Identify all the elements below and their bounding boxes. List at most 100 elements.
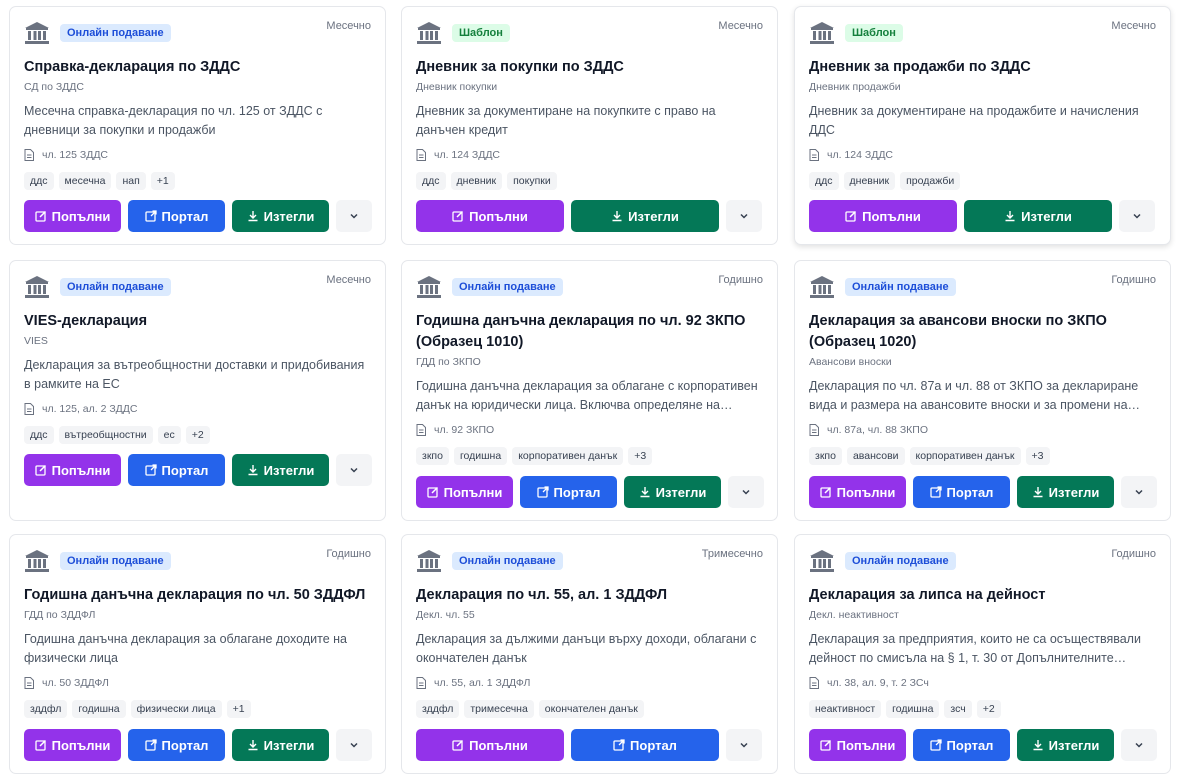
download-button-label: Изтегли xyxy=(263,737,315,753)
card-title: Декларация по чл. 55, ал. 1 ЗДДФЛ xyxy=(416,587,668,603)
frequency-label: Месечно xyxy=(1111,20,1156,32)
legal-reference-text: чл. 92 ЗКПО xyxy=(434,424,495,436)
more-tags-count[interactable]: +1 xyxy=(150,172,175,190)
chevron-down-icon xyxy=(350,213,358,219)
fill-button-label: Попълни xyxy=(51,208,111,224)
document-icon xyxy=(24,403,34,415)
form-card: Онлайн подаване Месечно VIES-декларация … xyxy=(9,260,386,521)
more-options-button[interactable] xyxy=(728,476,764,508)
more-options-button[interactable] xyxy=(726,729,762,761)
status-badge: Шаблон xyxy=(452,24,510,42)
card-title: Декларация за липса на дейност xyxy=(809,587,1046,603)
download-button[interactable]: Изтегли xyxy=(232,729,329,761)
legal-reference: чл. 55, ал. 1 ЗДДФЛ xyxy=(416,676,763,690)
card-title: Дневник за продажби по ЗДДС xyxy=(809,59,1031,75)
legal-reference-text: чл. 50 ЗДДФЛ xyxy=(42,677,109,689)
fill-button[interactable]: Попълни xyxy=(24,729,121,761)
legal-reference: чл. 125, ал. 2 ЗДДС xyxy=(24,402,371,416)
card-title: Годишна данъчна декларация по чл. 50 ЗДД… xyxy=(24,587,366,603)
download-button[interactable]: Изтегли xyxy=(964,200,1112,232)
document-icon xyxy=(416,424,426,436)
tag: вътреобщностни xyxy=(58,426,153,444)
download-button[interactable]: Изтегли xyxy=(232,200,329,232)
download-button[interactable]: Изтегли xyxy=(571,200,719,232)
fill-button[interactable]: Попълни xyxy=(416,200,564,232)
more-options-button[interactable] xyxy=(1121,476,1157,508)
government-building-icon xyxy=(416,549,442,573)
external-link-icon xyxy=(929,739,942,751)
more-tags-count[interactable]: +2 xyxy=(976,700,1001,718)
tag: зддфл xyxy=(416,700,460,718)
portal-button[interactable]: Портал xyxy=(128,729,225,761)
form-code: Дневник продажби xyxy=(809,81,901,93)
more-tags-count[interactable]: +3 xyxy=(1025,447,1050,465)
download-button[interactable]: Изтегли xyxy=(232,454,329,486)
tag: корпоративен данък xyxy=(512,447,624,465)
status-badge: Онлайн подаване xyxy=(845,552,956,570)
chevron-down-icon xyxy=(1135,742,1143,748)
edit-icon xyxy=(845,210,857,222)
portal-button[interactable]: Портал xyxy=(913,476,1010,508)
form-code: СД по ЗДДС xyxy=(24,81,84,93)
card-description: Годишна данъчна декларация за облагане с… xyxy=(416,379,758,412)
download-button[interactable]: Изтегли xyxy=(624,476,721,508)
form-card: Онлайн подаване Годишно Годишна данъчна … xyxy=(401,260,778,521)
more-options-button[interactable] xyxy=(336,454,372,486)
tag: годишна xyxy=(72,700,126,718)
card-description: Дневник за документиране на продажбите и… xyxy=(809,104,1139,137)
download-button[interactable]: Изтегли xyxy=(1017,476,1114,508)
more-tags-count[interactable]: +2 xyxy=(185,426,210,444)
more-options-button[interactable] xyxy=(1121,729,1157,761)
download-icon xyxy=(248,740,258,751)
form-card: Шаблон Месечно Дневник за покупки по ЗДД… xyxy=(401,6,778,245)
more-options-button[interactable] xyxy=(726,200,762,232)
form-card: Онлайн подаване Месечно Справка-декларац… xyxy=(9,6,386,245)
legal-reference-text: чл. 55, ал. 1 ЗДДФЛ xyxy=(434,677,531,689)
chevron-down-icon xyxy=(350,742,358,748)
fill-button[interactable]: Попълни xyxy=(24,200,121,232)
tag: ддс xyxy=(809,172,839,190)
status-badge: Онлайн подаване xyxy=(845,278,956,296)
government-building-icon xyxy=(416,21,442,45)
frequency-label: Месечно xyxy=(326,20,371,32)
portal-button[interactable]: Портал xyxy=(913,729,1010,761)
fill-button[interactable]: Попълни xyxy=(809,476,906,508)
form-code: Декл. неактивност xyxy=(809,609,899,621)
fill-button-label: Попълни xyxy=(469,737,528,753)
fill-button-label: Попълни xyxy=(51,737,111,753)
legal-reference: чл. 124 ЗДДС xyxy=(416,148,763,162)
edit-icon xyxy=(819,486,831,498)
more-options-button[interactable] xyxy=(336,729,372,761)
fill-button[interactable]: Попълни xyxy=(416,476,513,508)
tag: годишна xyxy=(886,700,940,718)
fill-button[interactable]: Попълни xyxy=(809,200,957,232)
portal-button[interactable]: Портал xyxy=(571,729,719,761)
legal-reference-text: чл. 125 ЗДДС xyxy=(42,149,109,161)
frequency-label: Годишно xyxy=(1111,548,1156,560)
more-options-button[interactable] xyxy=(336,200,372,232)
download-button[interactable]: Изтегли xyxy=(1017,729,1114,761)
tag: корпоративен данък xyxy=(909,447,1021,465)
download-icon xyxy=(1033,740,1043,751)
portal-button[interactable]: Портал xyxy=(520,476,617,508)
more-options-button[interactable] xyxy=(1119,200,1155,232)
more-tags-count[interactable]: +1 xyxy=(226,700,251,718)
form-card: Онлайн подаване Годишно Годишна данъчна … xyxy=(9,534,386,774)
portal-button[interactable]: Портал xyxy=(128,454,225,486)
government-building-icon xyxy=(24,21,50,45)
status-badge: Онлайн подаване xyxy=(60,24,171,42)
fill-button[interactable]: Попълни xyxy=(809,729,906,761)
download-button-label: Изтегли xyxy=(1048,484,1100,500)
portal-button-label: Портал xyxy=(946,737,994,753)
document-icon xyxy=(809,149,819,161)
edit-icon xyxy=(819,739,831,751)
fill-button[interactable]: Попълни xyxy=(416,729,564,761)
more-tags-count[interactable]: +3 xyxy=(628,447,653,465)
frequency-label: Годишно xyxy=(718,274,763,286)
chevron-down-icon xyxy=(1135,489,1143,495)
fill-button[interactable]: Попълни xyxy=(24,454,121,486)
portal-button[interactable]: Портал xyxy=(128,200,225,232)
download-button-label: Изтегли xyxy=(263,208,315,224)
tag: продажби xyxy=(900,172,961,190)
tag: зддфл xyxy=(24,700,68,718)
